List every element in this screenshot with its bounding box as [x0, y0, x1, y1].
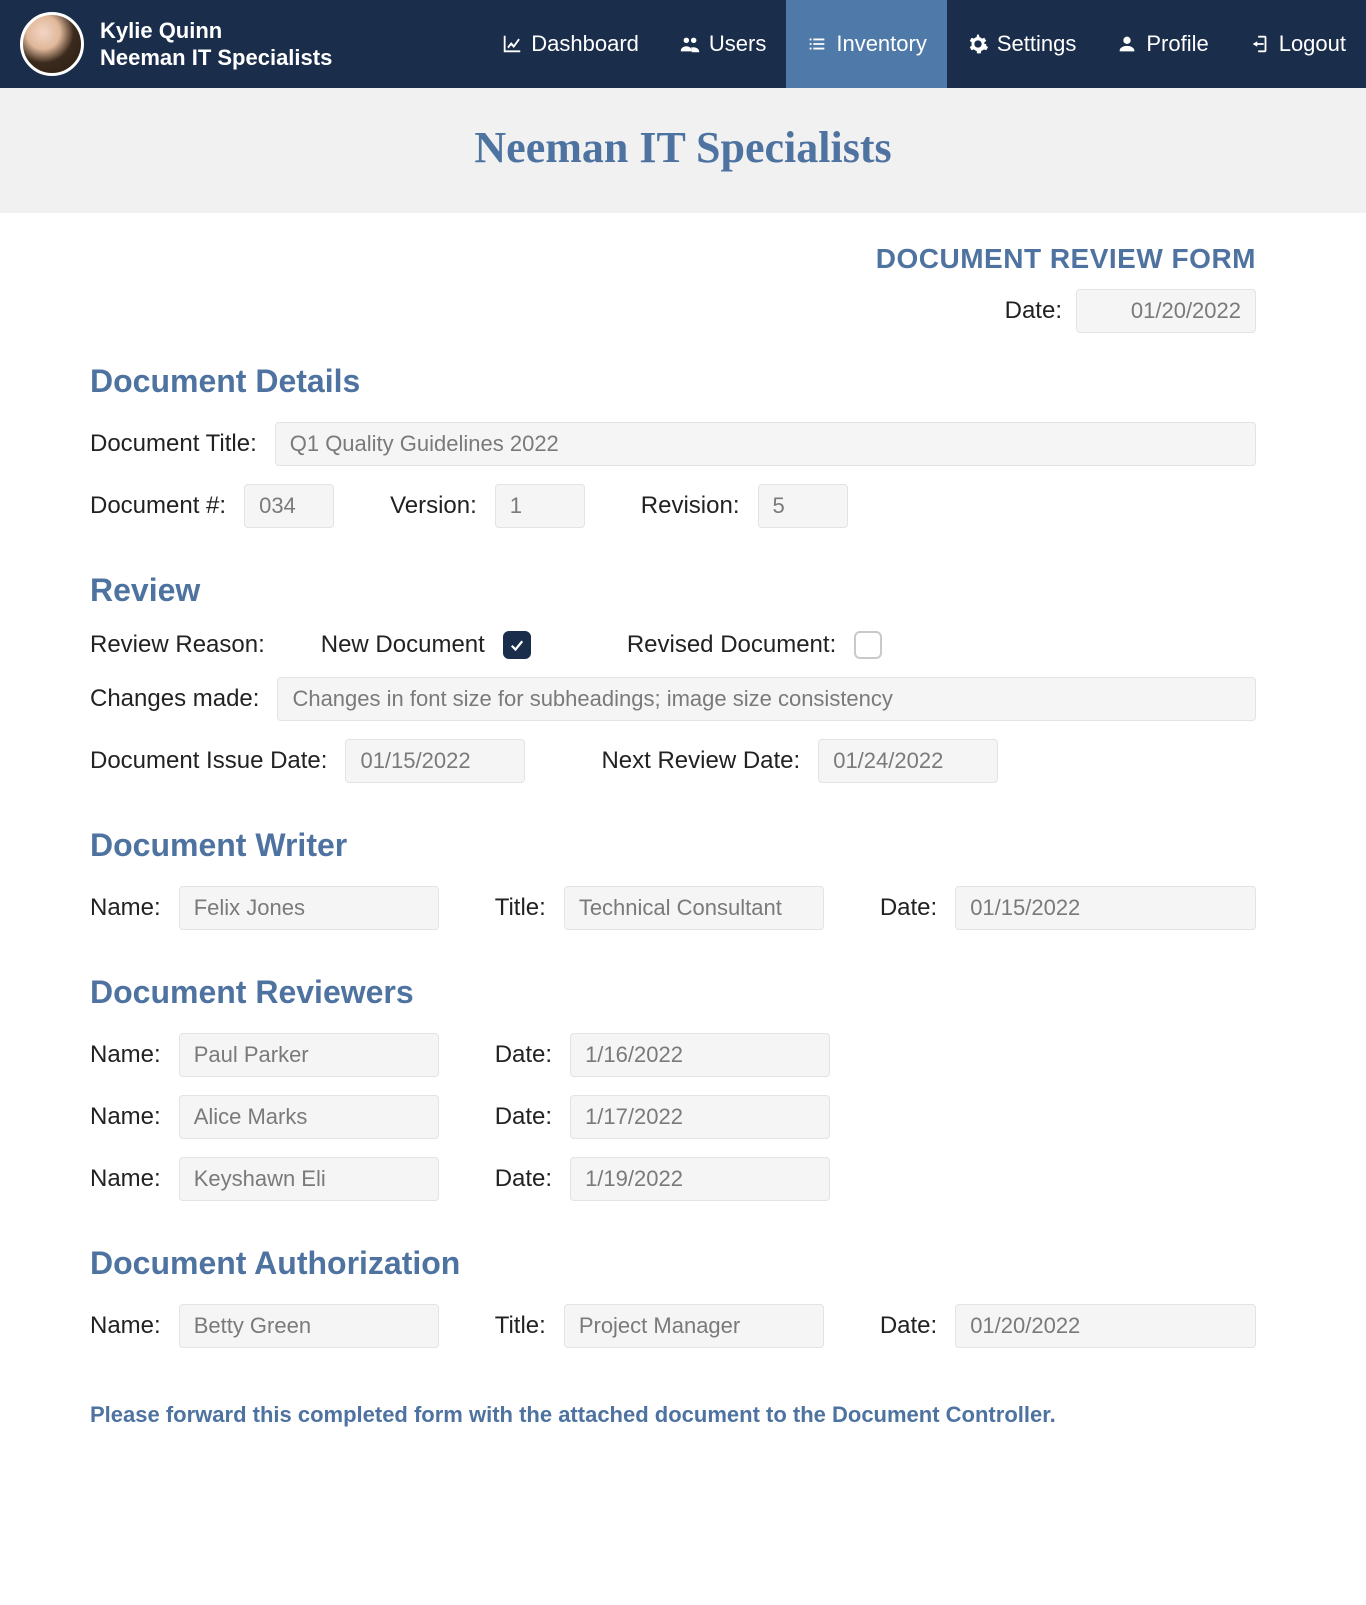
doc-title-label: Document Title: — [90, 430, 257, 458]
version-field[interactable]: 1 — [495, 484, 585, 528]
review-reason-label: Review Reason: — [90, 631, 265, 659]
nav: Dashboard Users Inventory Settings Profi… — [481, 0, 1366, 88]
nav-logout[interactable]: Logout — [1229, 0, 1366, 88]
doc-title-field[interactable]: Q1 Quality Guidelines 2022 — [275, 422, 1256, 466]
auth-date-field[interactable]: 01/20/2022 — [955, 1304, 1256, 1348]
auth-title-field[interactable]: Project Manager — [564, 1304, 824, 1348]
user-icon — [1116, 33, 1138, 55]
changes-label: Changes made: — [90, 685, 259, 713]
new-doc-checkbox[interactable] — [503, 631, 531, 659]
reviewer-row: Name: Keyshawn Eli Date: 1/19/2022 — [90, 1157, 1256, 1201]
nav-users[interactable]: Users — [659, 0, 786, 88]
new-doc-label: New Document — [321, 631, 485, 659]
nav-label: Inventory — [836, 31, 927, 57]
revised-doc-label: Revised Document: — [627, 631, 836, 659]
auth-title-label: Title: — [495, 1312, 546, 1340]
form-header: DOCUMENT REVIEW FORM Date: 01/20/2022 — [90, 243, 1256, 333]
reviewer-name-label: Name: — [90, 1165, 161, 1193]
banner-title: Neeman IT Specialists — [0, 88, 1366, 213]
writer-title-label: Title: — [495, 894, 546, 922]
nav-settings[interactable]: Settings — [947, 0, 1097, 88]
writer-date-field[interactable]: 01/15/2022 — [955, 886, 1256, 930]
nav-label: Dashboard — [531, 31, 639, 57]
form-date-label: Date: — [1005, 297, 1062, 325]
reviewer-date-field[interactable]: 1/17/2022 — [570, 1095, 830, 1139]
writer-date-label: Date: — [880, 894, 937, 922]
user-org: Neeman IT Specialists — [100, 44, 332, 72]
logout-icon — [1249, 33, 1271, 55]
auth-name-field[interactable]: Betty Green — [179, 1304, 439, 1348]
revision-label: Revision: — [641, 492, 740, 520]
reviewer-date-label: Date: — [495, 1041, 552, 1069]
top-navbar: Kylie Quinn Neeman IT Specialists Dashbo… — [0, 0, 1366, 88]
form-title: DOCUMENT REVIEW FORM — [90, 243, 1256, 275]
nav-dashboard[interactable]: Dashboard — [481, 0, 659, 88]
nav-label: Profile — [1146, 31, 1208, 57]
revised-doc-checkbox[interactable] — [854, 631, 882, 659]
doc-num-label: Document #: — [90, 492, 226, 520]
next-review-label: Next Review Date: — [601, 747, 800, 775]
reviewer-date-field[interactable]: 1/19/2022 — [570, 1157, 830, 1201]
auth-name-label: Name: — [90, 1312, 161, 1340]
reviewer-row: Name: Alice Marks Date: 1/17/2022 — [90, 1095, 1256, 1139]
nav-label: Settings — [997, 31, 1077, 57]
user-block: Kylie Quinn Neeman IT Specialists — [20, 12, 332, 76]
next-review-field[interactable]: 01/24/2022 — [818, 739, 998, 783]
writer-name-field[interactable]: Felix Jones — [179, 886, 439, 930]
reviewer-name-label: Name: — [90, 1103, 161, 1131]
auth-date-label: Date: — [880, 1312, 937, 1340]
reviewer-date-label: Date: — [495, 1165, 552, 1193]
user-name: Kylie Quinn — [100, 17, 332, 45]
section-auth-heading: Document Authorization — [90, 1245, 1256, 1282]
form-date-field[interactable]: 01/20/2022 — [1076, 289, 1256, 333]
section-writer-heading: Document Writer — [90, 827, 1256, 864]
nav-profile[interactable]: Profile — [1096, 0, 1228, 88]
nav-label: Users — [709, 31, 766, 57]
section-reviewers-heading: Document Reviewers — [90, 974, 1256, 1011]
reviewer-name-field[interactable]: Alice Marks — [179, 1095, 439, 1139]
reviewer-date-field[interactable]: 1/16/2022 — [570, 1033, 830, 1077]
writer-name-label: Name: — [90, 894, 161, 922]
reviewer-date-label: Date: — [495, 1103, 552, 1131]
users-icon — [679, 33, 701, 55]
nav-inventory[interactable]: Inventory — [786, 0, 947, 88]
version-label: Version: — [390, 492, 477, 520]
user-text: Kylie Quinn Neeman IT Specialists — [100, 17, 332, 72]
reviewer-row: Name: Paul Parker Date: 1/16/2022 — [90, 1033, 1256, 1077]
chart-line-icon — [501, 33, 523, 55]
doc-num-field[interactable]: 034 — [244, 484, 334, 528]
issue-date-label: Document Issue Date: — [90, 747, 327, 775]
gear-icon — [967, 33, 989, 55]
reviewer-name-field[interactable]: Paul Parker — [179, 1033, 439, 1077]
revision-field[interactable]: 5 — [758, 484, 848, 528]
page-body: DOCUMENT REVIEW FORM Date: 01/20/2022 Do… — [0, 213, 1366, 1488]
issue-date-field[interactable]: 01/15/2022 — [345, 739, 525, 783]
section-details-heading: Document Details — [90, 363, 1256, 400]
avatar[interactable] — [20, 12, 84, 76]
nav-label: Logout — [1279, 31, 1346, 57]
changes-field[interactable]: Changes in font size for subheadings; im… — [277, 677, 1256, 721]
section-review-heading: Review — [90, 572, 1256, 609]
writer-title-field[interactable]: Technical Consultant — [564, 886, 824, 930]
list-icon — [806, 33, 828, 55]
footnote: Please forward this completed form with … — [90, 1402, 1256, 1428]
reviewer-name-field[interactable]: Keyshawn Eli — [179, 1157, 439, 1201]
reviewer-name-label: Name: — [90, 1041, 161, 1069]
